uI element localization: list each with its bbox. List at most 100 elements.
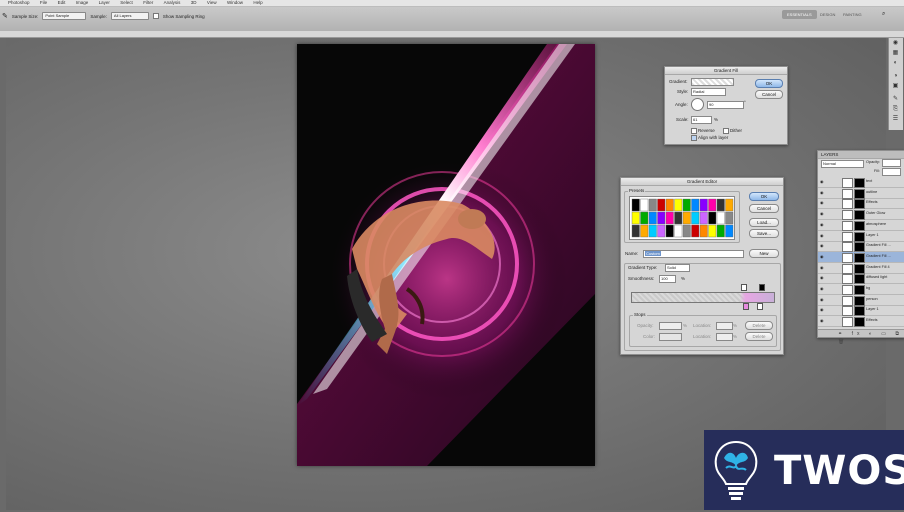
- visibility-eye-icon[interactable]: ◉: [820, 244, 824, 248]
- styles-icon[interactable]: ◐: [892, 60, 899, 67]
- visibility-eye-icon[interactable]: ◉: [820, 180, 824, 184]
- visibility-eye-icon[interactable]: ◉: [820, 190, 824, 194]
- presets-grid[interactable]: [629, 196, 735, 240]
- layer-row[interactable]: ◉ Outer Glow: [818, 209, 904, 221]
- gradient-preset-swatch[interactable]: [648, 211, 657, 225]
- sample-size-select[interactable]: Point Sample: [42, 12, 87, 20]
- visibility-eye-icon[interactable]: ◉: [820, 319, 824, 323]
- gradient-preset-swatch[interactable]: [716, 211, 725, 225]
- visibility-eye-icon[interactable]: ◉: [820, 212, 824, 216]
- stop-location-input-1[interactable]: [716, 322, 733, 330]
- gradient-preset-swatch[interactable]: [682, 198, 691, 212]
- gradient-preset-swatch[interactable]: [699, 211, 708, 225]
- gradient-preset-swatch[interactable]: [665, 198, 674, 212]
- document-canvas[interactable]: [297, 44, 595, 466]
- history-icon[interactable]: ☰: [892, 116, 899, 123]
- gradient-preset-swatch[interactable]: [699, 198, 708, 212]
- load-button[interactable]: Load...: [749, 218, 779, 227]
- adjustments-icon[interactable]: ◑: [892, 73, 899, 80]
- ok-button[interactable]: OK: [755, 79, 783, 88]
- visibility-eye-icon[interactable]: ◉: [820, 254, 824, 258]
- gradient-preset-swatch[interactable]: [631, 198, 640, 212]
- gradient-preset-swatch[interactable]: [725, 198, 734, 212]
- layer-row[interactable]: ◉ Gradient Fill 4: [818, 263, 904, 274]
- layer-row[interactable]: ◉ Layer 1: [818, 305, 904, 317]
- menu-item[interactable]: 3D: [191, 0, 197, 6]
- angle-dial[interactable]: [691, 98, 704, 111]
- eyedropper-icon[interactable]: ✎: [2, 12, 8, 20]
- style-select[interactable]: Radial: [691, 88, 726, 96]
- blend-mode-select[interactable]: Normal: [821, 160, 864, 168]
- opacity-input[interactable]: [882, 159, 901, 167]
- delete-opacity-stop-button[interactable]: Delete: [745, 321, 773, 330]
- ok-button[interactable]: OK: [749, 192, 779, 201]
- color-stop-right[interactable]: [757, 303, 763, 310]
- layer-row[interactable]: ◉ Layer 1: [818, 231, 904, 242]
- reverse-checkbox[interactable]: [691, 128, 697, 134]
- gradient-preset-swatch[interactable]: [691, 198, 700, 212]
- clone-icon[interactable]: ⎘: [892, 106, 899, 113]
- gradient-preset-swatch[interactable]: [708, 224, 717, 238]
- visibility-eye-icon[interactable]: ◉: [820, 287, 824, 291]
- gradient-preset-swatch[interactable]: [631, 211, 640, 225]
- swatches-icon[interactable]: ▦: [892, 50, 899, 57]
- gradient-preset-swatch[interactable]: [725, 224, 734, 238]
- workspace-tab-painting[interactable]: PAINTING: [838, 10, 867, 19]
- gradient-preset-swatch[interactable]: [665, 211, 674, 225]
- gradient-preset-swatch[interactable]: [674, 224, 683, 238]
- layer-row[interactable]: ◉ Effects: [818, 316, 904, 327]
- align-checkbox[interactable]: [691, 135, 697, 141]
- visibility-eye-icon[interactable]: ◉: [820, 201, 824, 205]
- gradient-preset-swatch[interactable]: [691, 224, 700, 238]
- menu-item[interactable]: Analysis: [164, 0, 181, 6]
- gradient-preset-swatch[interactable]: [631, 224, 640, 238]
- layer-row[interactable]: ◉ bg: [818, 284, 904, 295]
- menu-item[interactable]: Edit: [58, 0, 66, 6]
- menu-item[interactable]: Window: [227, 0, 243, 6]
- cancel-button[interactable]: Cancel: [755, 90, 783, 99]
- layer-row[interactable]: ◉ Gradient Fill ...: [818, 241, 904, 253]
- gradient-preset-swatch[interactable]: [640, 224, 649, 238]
- color-stop-left[interactable]: [743, 303, 749, 310]
- stop-color-swatch[interactable]: [659, 333, 682, 341]
- gradient-preset-swatch[interactable]: [640, 211, 649, 225]
- layer-row[interactable]: ◉ Effects: [818, 198, 904, 210]
- layer-row[interactable]: ◉ outline: [818, 188, 904, 199]
- angle-input[interactable]: 90: [707, 101, 744, 109]
- layer-row[interactable]: ◉ person: [818, 295, 904, 306]
- visibility-eye-icon[interactable]: ◉: [820, 233, 824, 237]
- gradient-preset-swatch[interactable]: [682, 211, 691, 225]
- gradient-preset-swatch[interactable]: [657, 198, 666, 212]
- menu-item[interactable]: Image: [76, 0, 89, 6]
- opacity-stop-left[interactable]: [741, 284, 747, 291]
- visibility-eye-icon[interactable]: ◉: [820, 308, 824, 312]
- visibility-eye-icon[interactable]: ◉: [820, 265, 824, 269]
- opacity-stop-right[interactable]: [759, 284, 765, 291]
- gradient-preset-swatch[interactable]: [657, 211, 666, 225]
- delete-color-stop-button[interactable]: Delete: [745, 332, 773, 341]
- workspace-tab-essentials[interactable]: ESSENTIALS: [782, 10, 817, 19]
- sample-select[interactable]: All Layers: [110, 12, 149, 20]
- gradient-preset-swatch[interactable]: [665, 224, 674, 238]
- gradient-preset-swatch[interactable]: [648, 198, 657, 212]
- menu-item[interactable]: File: [40, 0, 47, 6]
- gradient-preset-swatch[interactable]: [716, 224, 725, 238]
- gradient-preset-swatch[interactable]: [682, 224, 691, 238]
- dither-checkbox[interactable]: [723, 128, 729, 134]
- gradient-swatch[interactable]: [691, 78, 734, 86]
- scale-input[interactable]: 61: [691, 116, 712, 124]
- gradient-preview-bar[interactable]: [631, 292, 775, 303]
- fill-input[interactable]: [882, 168, 901, 176]
- masks-icon[interactable]: ▣: [892, 83, 899, 90]
- visibility-eye-icon[interactable]: ◉: [820, 222, 824, 226]
- gradient-preset-swatch[interactable]: [674, 211, 683, 225]
- menu-item[interactable]: View: [207, 0, 217, 6]
- layer-row[interactable]: ◉ diffused light: [818, 273, 904, 285]
- workspace-tab-design[interactable]: DESIGN: [815, 10, 840, 19]
- color-picker-icon[interactable]: ◉: [892, 40, 899, 47]
- smoothness-input[interactable]: 100: [659, 275, 676, 283]
- gradient-preset-swatch[interactable]: [725, 211, 734, 225]
- menu-item[interactable]: Filter: [143, 0, 153, 6]
- gradient-preset-swatch[interactable]: [708, 211, 717, 225]
- gradient-preset-swatch[interactable]: [657, 224, 666, 238]
